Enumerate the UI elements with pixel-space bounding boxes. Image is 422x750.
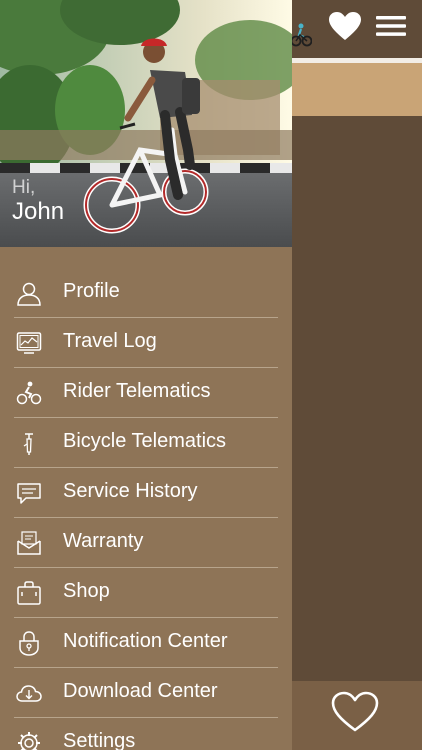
cloud-download-icon — [15, 679, 43, 707]
gear-icon — [15, 729, 43, 750]
side-drawer: Hi, John Profile Travel Log Rider Telema… — [0, 0, 292, 750]
menu-item-profile[interactable]: Profile — [0, 268, 292, 318]
menu-item-settings[interactable]: Settings — [0, 718, 292, 750]
shop-bag-icon — [15, 579, 43, 607]
profile-cover-photo: Hi, John — [0, 0, 292, 247]
main-panel — [290, 0, 422, 750]
menu-item-shop[interactable]: Shop — [0, 568, 292, 618]
menu-item-label: Warranty — [63, 530, 144, 552]
menu-item-bicycle-telematics[interactable]: Bicycle Telematics — [0, 418, 292, 468]
drawer-menu: Profile Travel Log Rider Telematics Bicy… — [0, 268, 292, 750]
menu-item-notification-center[interactable]: Notification Center — [0, 618, 292, 668]
bottom-bar — [292, 681, 422, 750]
travel-log-icon — [15, 329, 43, 357]
menu-item-label: Notification Center — [63, 630, 228, 652]
menu-item-label: Rider Telematics — [63, 380, 211, 402]
envelope-icon — [15, 529, 43, 557]
bicycle-logo-icon — [290, 22, 312, 48]
menu-item-label: Profile — [63, 280, 120, 302]
heart-icon[interactable] — [326, 10, 364, 42]
menu-item-service-history[interactable]: Service History — [0, 468, 292, 518]
menu-item-label: Shop — [63, 580, 110, 602]
person-icon — [15, 279, 43, 307]
menu-item-label: Travel Log — [63, 330, 157, 352]
heart-outline-icon[interactable] — [330, 690, 380, 734]
user-greeting: Hi, John — [12, 177, 65, 225]
menu-item-rider-telematics[interactable]: Rider Telematics — [0, 368, 292, 418]
menu-item-download-center[interactable]: Download Center — [0, 668, 292, 718]
bike-pump-icon — [15, 429, 43, 457]
user-name: John — [12, 197, 65, 225]
cyclist-icon — [15, 379, 43, 407]
menu-item-label: Bicycle Telematics — [63, 430, 227, 452]
lock-icon — [15, 629, 43, 657]
hamburger-menu-icon[interactable] — [374, 12, 408, 40]
menu-item-label: Settings — [63, 730, 136, 750]
menu-item-label: Service History — [63, 480, 198, 502]
greeting-label: Hi, — [12, 177, 36, 198]
top-bar — [290, 0, 422, 58]
menu-item-travel-log[interactable]: Travel Log — [0, 318, 292, 368]
menu-item-label: Download Center — [63, 680, 218, 702]
chat-bubble-icon — [15, 479, 43, 507]
banner-strip — [292, 63, 422, 116]
menu-item-warranty[interactable]: Warranty — [0, 518, 292, 568]
